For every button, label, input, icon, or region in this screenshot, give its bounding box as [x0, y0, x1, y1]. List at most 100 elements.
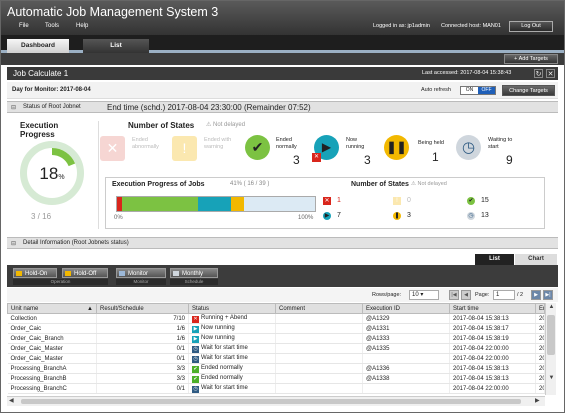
- scroll-down-icon[interactable]: ▼: [547, 375, 556, 384]
- cell-start-time: 2017-08-04 22:00:00: [449, 353, 536, 364]
- col-result[interactable]: Result/Schedule: [96, 303, 189, 314]
- table-row[interactable]: Order_Caic_Branch 1/6 ▶ Now running @A1333 20…: [7, 333, 545, 344]
- axis-max: 100%: [298, 215, 314, 221]
- hold-off-button[interactable]: Hold-Off: [62, 268, 108, 278]
- day-for-monitor: Day for Monitor: 2017-08-04: [12, 87, 91, 93]
- auto-refresh-toggle[interactable]: ON OFF: [460, 86, 496, 95]
- check-icon: ✔: [192, 365, 199, 373]
- cell-status: ◷ Wait for start time: [188, 383, 276, 394]
- cell-comment: [275, 313, 363, 324]
- col-execution-id[interactable]: Execution ID: [362, 303, 450, 314]
- col-unit-name[interactable]: Unit name ▲: [7, 303, 97, 314]
- status-section-label: Status of Root Jobnet: [23, 104, 81, 110]
- close-icon[interactable]: ✕: [546, 69, 555, 78]
- cell-status: ▶ Now running: [188, 323, 276, 334]
- first-page-button[interactable]: |◀: [449, 290, 459, 300]
- clock-icon: ◷: [192, 385, 199, 393]
- jobs-progress-percent: 41% ( 16 / 39 ): [230, 181, 270, 187]
- last-page-button[interactable]: ▶|: [543, 290, 553, 300]
- being-held-icon: ❚❚: [384, 135, 409, 160]
- tab-list[interactable]: List: [83, 39, 149, 53]
- col-end-time[interactable]: End t: [535, 303, 545, 314]
- progress-segment: [121, 197, 199, 211]
- sort-asc-icon[interactable]: ▲: [87, 306, 93, 312]
- toggle-on[interactable]: ON: [461, 87, 478, 94]
- cell-comment: [275, 353, 363, 364]
- not-delayed-text: Not delayed: [213, 122, 246, 128]
- clock-icon: ◷: [192, 355, 199, 363]
- main-tab-bar: Dashboard List: [1, 35, 564, 53]
- mini-clock-icon: ◷: [467, 212, 475, 220]
- monitor-button[interactable]: Monitor: [116, 268, 166, 278]
- progress-value: 18: [39, 164, 59, 183]
- add-targets-button[interactable]: + Add Targets: [504, 54, 558, 64]
- detail-section-header[interactable]: ⊟ Detail Information (Root Jobnets statu…: [7, 237, 558, 249]
- col-comment[interactable]: Comment: [275, 303, 363, 314]
- scroll-right-icon[interactable]: ▶: [535, 397, 540, 404]
- cell-comment: [275, 323, 363, 334]
- cell-status: ✔ Ended normally: [188, 373, 276, 384]
- status-text: Wait for start time: [201, 354, 248, 361]
- prev-page-button[interactable]: ◀: [461, 290, 471, 300]
- table-row[interactable]: Order_Caic_Master 0/1 ◷ Wait for start time…: [7, 353, 545, 364]
- collapse-icon[interactable]: ⊟: [11, 104, 16, 111]
- tab-detail-chart[interactable]: Chart: [515, 254, 557, 265]
- cell-end-time: 20: [535, 323, 545, 334]
- next-page-button[interactable]: ▶: [531, 290, 541, 300]
- menu-file[interactable]: File: [19, 23, 29, 29]
- menu-help[interactable]: Help: [76, 23, 88, 29]
- cell-comment: [275, 373, 363, 384]
- change-targets-button[interactable]: Change Targets: [502, 85, 555, 96]
- menu-tools[interactable]: Tools: [45, 23, 59, 29]
- hold-on-button[interactable]: Hold-On: [13, 268, 57, 278]
- toggle-off[interactable]: OFF: [478, 87, 495, 94]
- mini-abend-icon: ✕: [323, 197, 331, 205]
- horizontal-scrollbar[interactable]: ◀ ▶: [7, 396, 545, 406]
- progress-ring: 18%: [20, 141, 84, 205]
- cell-execution-id: [362, 383, 450, 394]
- monitor-icon: [119, 271, 125, 276]
- mini-ok-icon: ✔: [467, 197, 475, 205]
- cell-execution-id: @A1336: [362, 363, 450, 374]
- col-start-time[interactable]: Start time: [449, 303, 536, 314]
- progress-segment: [230, 197, 244, 211]
- table-row[interactable]: Collection 7/10 ✕ Running + Abend @A1329 2017…: [7, 313, 545, 324]
- scroll-left-icon[interactable]: ◀: [9, 397, 14, 404]
- vertical-scrollbar[interactable]: ▲ ▼: [545, 303, 556, 395]
- col-status[interactable]: Status: [188, 303, 276, 314]
- end-time: End time (schd.) 2017-08-04 23:30:00 (Re…: [107, 103, 311, 112]
- table-row[interactable]: Processing_BranchC 0/1 ◷ Wait for start tim…: [7, 383, 545, 394]
- tab-detail-list[interactable]: List: [475, 254, 514, 265]
- cell-end-time: 20: [535, 373, 545, 384]
- count-running: 7: [337, 212, 341, 219]
- table-row[interactable]: Processing_BranchA 3/3 ✔ Ended normally @A13…: [7, 363, 545, 374]
- page-input[interactable]: 1: [493, 290, 515, 300]
- hscroll-thumb[interactable]: [21, 399, 521, 404]
- tab-dashboard[interactable]: Dashboard: [7, 39, 69, 53]
- refresh-icon[interactable]: ↻: [534, 69, 543, 78]
- logout-button[interactable]: Log Out: [509, 21, 553, 32]
- status-section-header[interactable]: ⊟ Status of Root Jobnet End time (schd.)…: [7, 101, 558, 113]
- rows-per-page-select[interactable]: 10 ▾: [409, 290, 439, 300]
- job-header: Job Calculate 1 Last accessed: 2017-08-0…: [7, 67, 558, 80]
- collapse-icon[interactable]: ⊟: [11, 240, 16, 247]
- table-row[interactable]: Processing_BranchB 3/3 ✔ Ended normally @A13…: [7, 373, 545, 384]
- cell-comment: [275, 333, 363, 344]
- scroll-up-icon[interactable]: ▲: [547, 304, 556, 313]
- scroll-thumb[interactable]: [547, 315, 555, 355]
- cell-unit-name: Order_Caic_Master: [7, 353, 97, 364]
- cell-result: 0/1: [96, 383, 189, 394]
- waiting-count: 9: [506, 153, 513, 167]
- cell-status: ✔ Ended normally: [188, 363, 276, 374]
- cell-end-time: 20: [535, 383, 545, 394]
- ended-warning-icon: !: [172, 136, 197, 161]
- now-running-count: 3: [364, 153, 371, 167]
- calendar-icon: [173, 271, 179, 276]
- cell-unit-name: Order_Caic_Master: [7, 343, 97, 354]
- cell-status: ◷ Wait for start time: [188, 343, 276, 354]
- not-delayed-label: ⚠ Not delayed: [206, 122, 246, 128]
- table-row[interactable]: Order_Caic_Master 0/1 ◷ Wait for start time…: [7, 343, 545, 354]
- table-row[interactable]: Order_Caic 1/6 ▶ Now running @A1331 2017-08-0…: [7, 323, 545, 334]
- being-held-count: 1: [432, 150, 439, 164]
- monthly-button[interactable]: Monthly: [170, 268, 218, 278]
